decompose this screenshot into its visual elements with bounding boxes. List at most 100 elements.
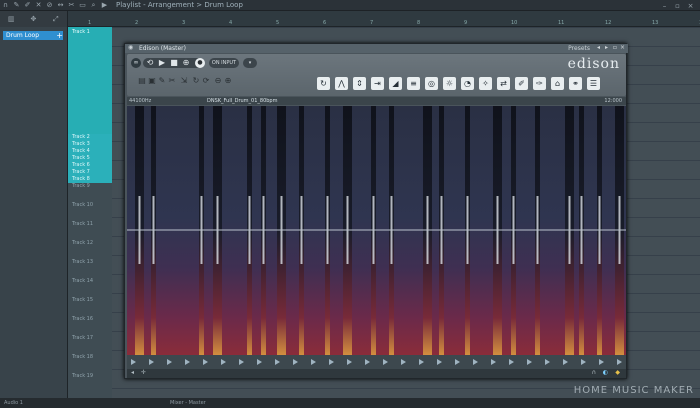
track-header[interactable]: Track 15 [68,297,112,311]
track-header[interactable]: Track 13 [68,259,112,273]
drag-icon[interactable]: ⇲ [179,76,189,86]
ruler-mark: 8 [417,20,421,26]
minimize-icon[interactable]: ▫ [613,44,617,51]
crosshair-icon[interactable]: ✛ [141,369,146,376]
play-icon[interactable]: ▶ [100,1,109,10]
browser-header: ▥ ✥ ⤢ [0,11,68,27]
open-icon[interactable]: ▣ [147,76,157,86]
marker [239,359,244,365]
tag-icon[interactable]: ⌂ [551,77,564,90]
brush-icon[interactable]: ✐ [23,1,32,10]
blur-icon[interactable]: ◔ [461,77,474,90]
zoom-out-icon[interactable]: ⊖ [213,76,223,86]
trim-icon[interactable]: ⇥ [371,77,384,90]
save-icon[interactable]: ▤ [137,76,147,86]
scroll-left-icon[interactable]: ◂ [131,369,134,376]
edison-titlebar[interactable]: ◉ Edison (Master) Presets ◂ ▸ ▫ × [125,44,628,53]
edit-icon[interactable]: ✎ [157,76,167,86]
track-header[interactable]: Track 2 [68,134,112,141]
mute-icon[interactable]: ⊘ [45,1,54,10]
track-header[interactable]: Track 14 [68,278,112,292]
pencil-icon[interactable]: ✎ [12,1,21,10]
magnet-icon[interactable]: ∩ [1,1,10,10]
slip-icon[interactable]: ↔ [56,1,65,10]
pattern-browser: Drum Loop + [0,27,68,398]
track-header[interactable]: Track 16 [68,316,112,330]
track-header[interactable]: Track 3 [68,141,112,148]
close-icon[interactable]: × [620,44,625,51]
track-header[interactable]: Track 11 [68,221,112,235]
amplify-icon[interactable]: ⇕ [353,77,366,90]
eq-icon[interactable]: ≡ [407,77,420,90]
link-icon[interactable]: ∞ [131,58,141,68]
convolve-icon[interactable]: ◎ [425,77,438,90]
reverb-icon[interactable]: ✧ [479,77,492,90]
denoise-icon[interactable]: ☼ [443,77,456,90]
fade-in-icon[interactable]: ⋀ [335,77,348,90]
add-pattern-button[interactable]: + [56,31,63,40]
time-readout: 12:000 [604,98,622,104]
record-icon[interactable]: ● [195,58,205,68]
minimize-icon[interactable]: – [660,1,669,10]
close-icon[interactable]: × [686,1,695,10]
pattern-item-drum-loop[interactable]: Drum Loop [3,31,63,40]
ruler-mark: 4 [229,20,233,26]
envelope-icon[interactable]: ◢ [389,77,402,90]
stack-icon[interactable]: ☰ [587,77,600,90]
track-header[interactable]: Track 7 [68,169,112,176]
pattern-label: Drum Loop [6,32,40,39]
slice-icon[interactable]: ⚭ [569,77,582,90]
pattern-list-icon[interactable]: ▥ [7,15,16,24]
delete-icon[interactable]: ✕ [34,1,43,10]
presets-menu[interactable]: Presets [568,45,590,52]
marker [203,359,208,365]
pen-icon[interactable]: ✑ [533,77,546,90]
marker [275,359,280,365]
edison-toolbar: ∞ ⟲ ▶ ■ ⊕ ● ON INPUT ▾ ▤ ▣ ✎ ✂ ⇲ ↻ ⟳ ⊖ ⊕… [127,54,626,96]
brush-icon[interactable]: ✐ [515,77,528,90]
flip-icon[interactable]: ⇄ [497,77,510,90]
track-header[interactable]: Track 18 [68,354,112,368]
spectrogram-view[interactable] [127,106,626,355]
file-name: DNSK_Full_Drum_01_80bpm [207,98,278,104]
track-header[interactable]: Track 12 [68,240,112,254]
edison-scrollbar[interactable]: ◂ ✛ ∩ ◐ ◆ [127,369,626,378]
loop-region-icon[interactable]: ↻ [191,76,201,86]
select-icon[interactable]: ▭ [78,1,87,10]
tools-icon[interactable]: ✂ [167,76,177,86]
marker-bar[interactable] [127,355,626,369]
next-preset-icon[interactable]: ▸ [605,44,608,51]
normalize-icon[interactable]: ↻ [317,77,330,90]
track-header[interactable]: Track 6 [68,162,112,169]
warning-icon[interactable]: ◆ [615,369,620,376]
track-header[interactable]: Track 19 [68,373,112,387]
track-header[interactable]: Track 4 [68,148,112,155]
marker [509,359,514,365]
ruler-mark: 12 [605,20,612,26]
track-header[interactable]: Track 17 [68,335,112,349]
maximize-icon[interactable]: ▫ [673,1,682,10]
grid-line [112,27,700,28]
timeline-ruler[interactable]: 1234567891011121314 [68,11,700,27]
magnet-icon[interactable]: ∩ [592,369,596,376]
input-mode-select[interactable]: ON INPUT [209,58,239,68]
track-header[interactable]: Track 10 [68,202,112,216]
ruler-mark: 1 [88,20,92,26]
pin-icon[interactable]: ⤢ [51,15,60,24]
zoom-in-icon[interactable]: ⊕ [223,76,233,86]
track-header[interactable]: Track 9 [68,183,112,197]
track-header[interactable]: Track 8 [68,176,112,183]
reload-icon[interactable]: ⟳ [201,76,211,86]
zoom-icon[interactable]: ⌕ [89,1,98,10]
channel-select[interactable]: ▾ [243,58,257,68]
stereo-icon[interactable]: ◐ [603,369,608,376]
slice-icon[interactable]: ✂ [67,1,76,10]
stop-icon[interactable]: ■ [169,58,179,68]
loop-icon[interactable]: ⟲ [145,58,155,68]
track-1-header[interactable]: Track 1 [68,27,112,134]
loop-mode-icon[interactable]: ⊕ [181,58,191,68]
track-header[interactable]: Track 5 [68,155,112,162]
prev-preset-icon[interactable]: ◂ [597,44,600,51]
move-icon[interactable]: ✥ [29,15,38,24]
play-icon[interactable]: ▶ [157,58,167,68]
